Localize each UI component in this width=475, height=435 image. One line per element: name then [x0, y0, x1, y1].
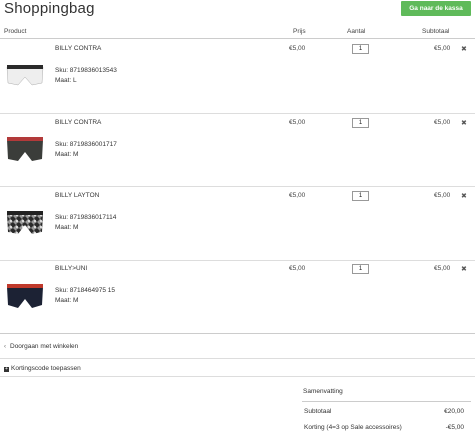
summary-title: Samenvatting: [303, 388, 343, 395]
chevron-left-icon: ‹: [4, 344, 6, 350]
continue-shopping-label: Doorgaan met winkelen: [10, 343, 79, 350]
product-name[interactable]: BILLY CONTRA: [55, 119, 101, 126]
page-title: Shoppingbag: [4, 0, 95, 17]
waistband: [7, 137, 43, 141]
product-size: Maat: M: [55, 151, 79, 158]
product-price: €5,00: [289, 192, 306, 199]
product-price: €5,00: [289, 265, 306, 272]
apply-coupon-link[interactable]: + Kortingscode toepassen: [4, 365, 81, 372]
waistband: [7, 211, 43, 215]
cart-item: BILLY>UNI Sku: 8718464975 15 Maat: M €5,…: [0, 260, 475, 334]
column-header-price: Prijs: [293, 28, 306, 35]
summary-divider: [302, 401, 471, 402]
summary-discount-label: Korting (4=3 op Sale accessoires): [304, 424, 402, 431]
product-thumbnail[interactable]: [4, 45, 46, 103]
cart-item: BILLY LAYTON Sku: 8719836017114 Maat: M …: [0, 187, 475, 261]
cart-item: BILLY CONTRA Sku: 8719836001717 Maat: M …: [0, 114, 475, 188]
links-divider: [0, 358, 475, 359]
product-name[interactable]: BILLY LAYTON: [55, 192, 99, 199]
row-divider: [0, 333, 475, 334]
remove-icon[interactable]: ✖: [461, 119, 467, 127]
checkout-button[interactable]: Ga naar de kassa: [401, 1, 471, 16]
product-sku: Sku: 8718464975 15: [55, 287, 115, 294]
links-divider: [0, 376, 475, 377]
remove-icon[interactable]: ✖: [461, 265, 467, 273]
underwear-body: [7, 140, 43, 161]
product-subtotal: €5,00: [434, 265, 451, 272]
summary-subtotal-label: Subtotaal: [304, 408, 332, 415]
apply-coupon-label: Kortingscode toepassen: [11, 365, 81, 372]
cart-item: BILLY CONTRA Sku: 8719836013543 Maat: L …: [0, 40, 475, 114]
column-header-quantity: Aantal: [347, 28, 366, 35]
header-divider: [0, 38, 475, 39]
product-subtotal: €5,00: [434, 119, 451, 126]
product-name[interactable]: BILLY CONTRA: [55, 45, 101, 52]
quantity-input[interactable]: 1: [352, 118, 369, 128]
product-subtotal: €5,00: [434, 192, 451, 199]
waistband: [7, 284, 43, 288]
continue-shopping-link[interactable]: ‹ Doorgaan met winkelen: [4, 343, 78, 350]
product-size: Maat: L: [55, 77, 77, 84]
product-sku: Sku: 8719836017114: [55, 214, 117, 221]
quantity-input[interactable]: 1: [352, 44, 369, 54]
product-size: Maat: M: [55, 224, 79, 231]
summary-subtotal-value: €20,00: [444, 408, 464, 415]
product-thumbnail[interactable]: [4, 265, 46, 323]
waistband: [7, 65, 43, 69]
quantity-input[interactable]: 1: [352, 191, 369, 201]
product-price: €5,00: [289, 45, 306, 52]
plus-square-icon: +: [4, 366, 9, 372]
product-thumbnail[interactable]: [4, 192, 46, 250]
product-sku: Sku: 8719836013543: [55, 67, 117, 74]
remove-icon[interactable]: ✖: [461, 45, 467, 53]
underwear-body: [6, 66, 44, 86]
summary-discount-value: -€5,00: [445, 424, 464, 431]
quantity-input[interactable]: 1: [352, 264, 369, 274]
product-sku: Sku: 8719836001717: [55, 141, 117, 148]
column-header-product: Product: [4, 28, 27, 35]
product-thumbnail[interactable]: [4, 119, 46, 177]
column-header-subtotal: Subtotaal: [422, 28, 450, 35]
underwear-body: [7, 287, 43, 308]
product-name[interactable]: BILLY>UNI: [55, 265, 87, 272]
remove-icon[interactable]: ✖: [461, 192, 467, 200]
product-subtotal: €5,00: [434, 45, 451, 52]
product-size: Maat: M: [55, 297, 79, 304]
underwear-body: [7, 214, 43, 234]
product-price: €5,00: [289, 119, 306, 126]
